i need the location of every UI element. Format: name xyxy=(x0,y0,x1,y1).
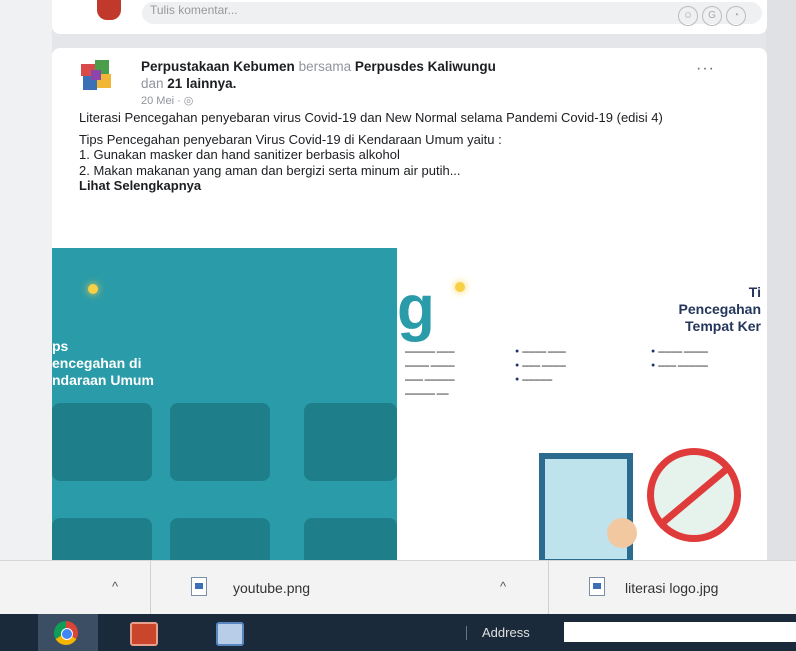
tip-2: 2. Makan makanan yang aman dan bergizi s… xyxy=(79,162,461,178)
download-chevron-icon[interactable]: ^ xyxy=(112,579,118,594)
right-sidebar-area xyxy=(766,0,796,560)
download-filename: literasi logo.jpg xyxy=(625,580,719,596)
bullet-column-1: ▬▬▬▬▬ ▬▬▬ ▬▬▬▬ ▬▬▬▬ ▬▬▬ ▬▬▬▬▬ ▬▬▬▬▬ ▬▬ xyxy=(405,348,465,404)
taskbar: Address xyxy=(0,614,796,651)
download-chevron-icon[interactable]: ^ xyxy=(500,579,506,594)
post-card: Perpustakaan Kebumen bersama Perpusdes K… xyxy=(52,48,767,560)
bullet-placeholder: ▬▬▬▬ ▬▬▬ xyxy=(515,348,600,356)
bullet-column-3: ▬▬▬▬ ▬▬▬▬ ▬▬▬ ▬▬▬▬▬ xyxy=(651,348,746,376)
bullet-column-2: ▬▬▬▬ ▬▬▬ ▬▬▬ ▬▬▬▬ ▬▬▬▬▬ xyxy=(515,348,600,390)
commenter-avatar xyxy=(97,0,121,20)
no-touch-illustration-icon xyxy=(170,403,270,481)
illustration-tile-6-icon xyxy=(304,518,397,560)
author-link[interactable]: Perpustakaan Kebumen xyxy=(141,59,295,74)
bullet-placeholder: ▬▬▬ ▬▬▬▬▬ xyxy=(405,377,455,383)
image-file-icon xyxy=(191,577,207,596)
gif-icon[interactable]: G xyxy=(702,6,722,26)
more-options-button[interactable]: ··· xyxy=(696,60,715,78)
infographic-right-panel: g Ti Pencegahan Tempat Ker ▬▬▬▬▬ ▬▬▬ ▬▬▬… xyxy=(397,248,767,560)
page-avatar-icon[interactable] xyxy=(79,58,115,92)
sun-decoration-icon xyxy=(88,284,98,294)
browser-viewport: Tulis komentar... ☺ G ◔ Perpustakaan Keb… xyxy=(0,0,796,560)
bullet-placeholder: ▬▬▬▬ ▬▬▬▬ xyxy=(651,348,746,356)
comment-placeholder: Tulis komentar... xyxy=(150,3,238,17)
chrome-icon xyxy=(54,621,78,645)
previous-post-card: Tulis komentar... ☺ G ◔ xyxy=(52,0,767,34)
hand-sanitizer-illustration-icon xyxy=(52,403,152,481)
sun-decoration-2-icon xyxy=(455,282,465,292)
right-panel-title: Ti Pencegahan Tempat Ker xyxy=(679,284,761,335)
post-date-text: 20 Mei · xyxy=(141,95,184,107)
bullet-placeholder: ▬▬▬▬▬ xyxy=(515,376,600,384)
right-title-line-3: Tempat Ker xyxy=(685,318,761,334)
prohibition-sign-icon xyxy=(647,448,741,542)
paint-icon[interactable] xyxy=(216,622,244,646)
right-title-line-2: Pencegahan xyxy=(678,301,761,317)
others-link[interactable]: 21 lainnya. xyxy=(167,76,236,91)
left-heading-line-2: encegahan di xyxy=(52,355,142,371)
download-item-literasi[interactable]: literasi logo.jpg xyxy=(548,561,796,615)
download-filename: youtube.png xyxy=(233,580,311,596)
bullet-placeholder: ▬▬▬▬▬ ▬▬ xyxy=(405,391,449,397)
coauthor-link[interactable]: Perpusdes Kaliwungu xyxy=(355,59,496,74)
healthy-food-illustration-icon xyxy=(304,403,397,481)
left-heading-line-1: ps xyxy=(52,338,69,354)
image-file-icon xyxy=(589,577,605,596)
bullet-placeholder: ▬▬▬▬▬ ▬▬▬ xyxy=(405,349,455,355)
left-heading-line-3: ndaraan Umum xyxy=(52,372,154,388)
download-bar: ^ youtube.png ^ literasi logo.jpg xyxy=(0,560,796,615)
see-more-link[interactable]: Lihat Selengkapnya xyxy=(79,178,719,194)
post-body: Literasi Pencegahan penyebaran virus Cov… xyxy=(79,110,719,194)
sticker-icon[interactable]: ◔ xyxy=(726,6,746,26)
comment-input[interactable]: Tulis komentar... ☺ G ◔ xyxy=(142,2,762,26)
illustration-tile-5-icon xyxy=(170,518,270,560)
left-sidebar-area xyxy=(0,0,52,560)
address-input[interactable] xyxy=(564,622,796,642)
powerpoint-icon[interactable] xyxy=(130,622,158,646)
post-header: Perpustakaan Kebumen bersama Perpusdes K… xyxy=(141,58,661,92)
big-letters: g xyxy=(397,274,435,343)
with-word: bersama xyxy=(298,59,352,74)
taskbar-chrome-button[interactable] xyxy=(38,614,98,651)
person-illustration-icon xyxy=(607,518,637,548)
tip-1: 1. Gunakan masker dan hand sanitizer ber… xyxy=(79,147,400,162)
post-date[interactable]: 20 Mei · ◎ xyxy=(141,94,193,107)
and-word: dan xyxy=(141,76,164,91)
right-title-line-1: Ti xyxy=(748,284,761,300)
bullet-placeholder: ▬▬▬▬ ▬▬▬▬ xyxy=(405,363,455,369)
left-panel-heading: ps encegahan di ndaraan Umum xyxy=(52,338,154,389)
taskbar-separator xyxy=(466,626,467,640)
illustration-tile-4-icon xyxy=(52,518,152,560)
bullet-placeholder: ▬▬▬ ▬▬▬▬▬ xyxy=(651,362,746,370)
post-image[interactable]: ps encegahan di ndaraan Umum g Ti Penceg… xyxy=(52,248,767,560)
tips-intro: Tips Pencegahan penyebaran Virus Covid-1… xyxy=(79,131,502,147)
post-title-text: Literasi Pencegahan penyebaran virus Cov… xyxy=(79,110,663,125)
emoji-icon[interactable]: ☺ xyxy=(678,6,698,26)
infographic-left-panel: ps encegahan di ndaraan Umum xyxy=(52,248,397,560)
download-item-youtube[interactable]: youtube.png xyxy=(150,561,476,615)
bullet-placeholder: ▬▬▬ ▬▬▬▬ xyxy=(515,362,600,370)
address-label: Address xyxy=(482,625,530,640)
globe-icon: ◎ xyxy=(183,95,194,107)
